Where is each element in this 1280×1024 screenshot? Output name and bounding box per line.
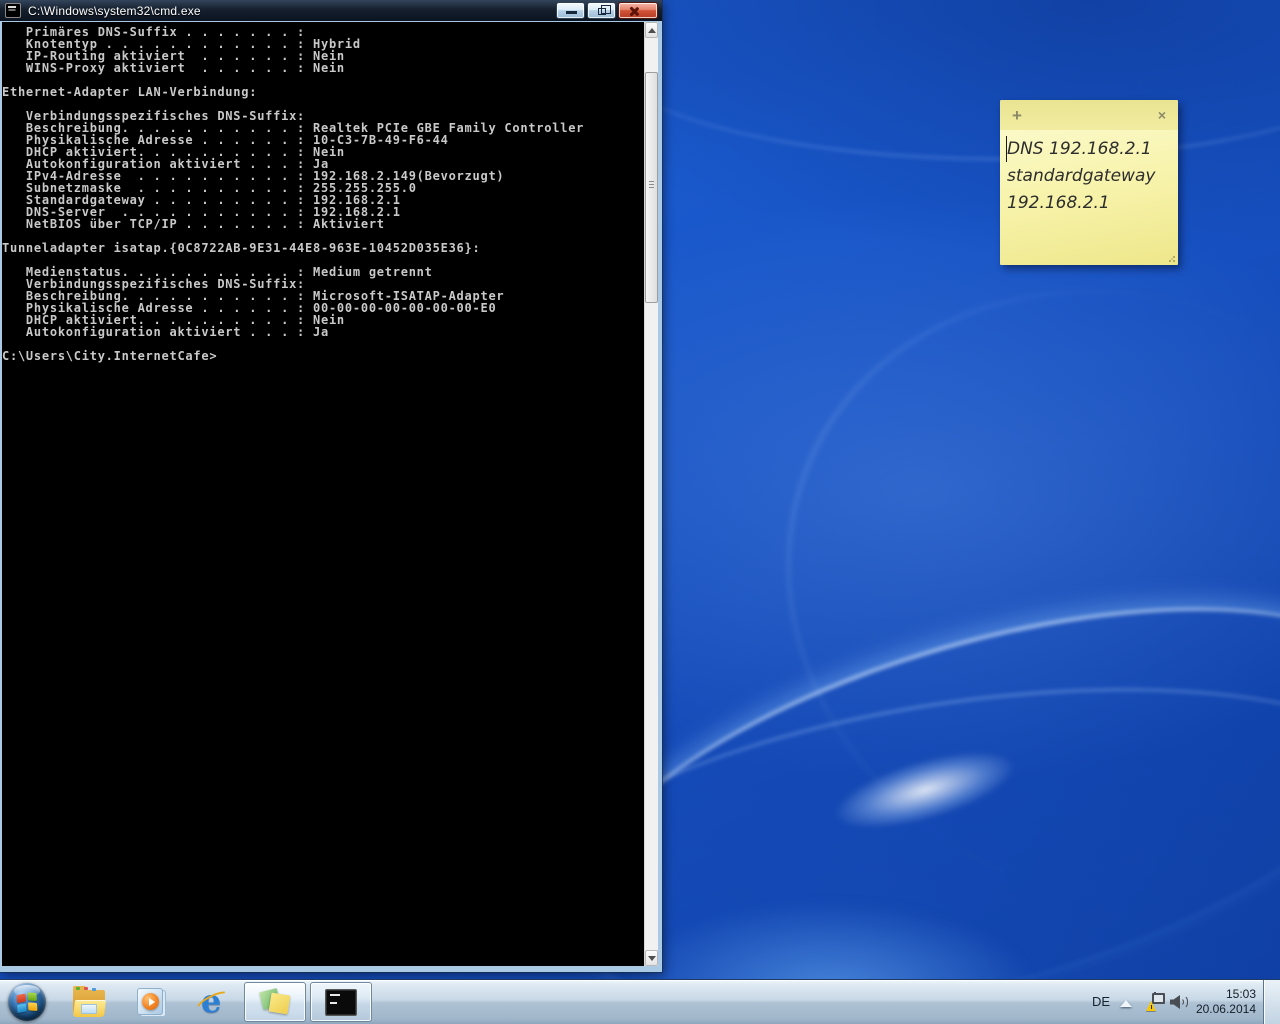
cmd-window: C:\Windows\system32\cmd.exe Primäres DNS…: [0, 0, 662, 972]
start-button[interactable]: [8, 983, 46, 1021]
network-status-icon[interactable]: [1146, 992, 1166, 1012]
console-area[interactable]: Primäres DNS-Suffix . . . . . . . : Knot…: [2, 22, 658, 966]
delete-note-icon[interactable]: ×: [1158, 108, 1166, 122]
command-prompt-icon: [325, 988, 357, 1016]
play-icon: [149, 998, 155, 1006]
sticky-note-header[interactable]: + ×: [1000, 100, 1178, 130]
clock-time: 15:03: [1225, 987, 1256, 1001]
taskbar: e DE 15:03 20.06.2014: [0, 979, 1280, 1024]
windows-logo-icon: [16, 992, 38, 1014]
window-title: C:\Windows\system32\cmd.exe: [28, 3, 201, 18]
taskbar-item-windows-explorer[interactable]: [72, 986, 107, 1018]
sticky-note-body[interactable]: DNS 192.168.2.1 standardgateway 192.168.…: [1000, 130, 1178, 265]
sticky-note[interactable]: + × DNS 192.168.2.1 standardgateway 192.…: [1000, 100, 1178, 265]
scroll-down-button[interactable]: [645, 950, 658, 966]
scrollbar-thumb[interactable]: [645, 72, 658, 303]
new-note-icon[interactable]: +: [1012, 107, 1022, 124]
note-text-line: standardgateway: [1007, 166, 1156, 186]
clock[interactable]: 15:03 20.06.2014: [1192, 987, 1256, 1017]
console-scrollbar[interactable]: [644, 22, 658, 966]
arrow-up-icon: [647, 27, 656, 33]
folder-icon: [81, 1004, 97, 1014]
wallpaper-streak: [600, 0, 1280, 160]
show-desktop-button[interactable]: [1263, 980, 1280, 1024]
cmd-icon: [5, 3, 21, 18]
speaker-icon: [1182, 995, 1188, 1009]
scroll-up-button[interactable]: [645, 22, 658, 38]
taskbar-item-internet-explorer[interactable]: e: [192, 982, 234, 1020]
close-button[interactable]: [618, 2, 658, 19]
note-text-line: 192.168.2.1: [1007, 193, 1110, 213]
sticky-notes-icon: [258, 987, 292, 1017]
wallpaper-flare: [825, 734, 1025, 846]
language-indicator[interactable]: DE: [1088, 994, 1114, 1009]
cmd-titlebar[interactable]: C:\Windows\system32\cmd.exe: [0, 0, 662, 21]
taskbar-item-sticky-notes[interactable]: [244, 982, 306, 1022]
volume-icon[interactable]: [1170, 993, 1190, 1011]
console-output: Primäres DNS-Suffix . . . . . . . : Knot…: [2, 25, 585, 363]
resize-grip[interactable]: [1166, 253, 1175, 262]
minimize-icon: [566, 11, 577, 14]
show-hidden-icons-button[interactable]: [1120, 1000, 1132, 1007]
clock-date: 20.06.2014: [1195, 1002, 1256, 1016]
restore-icon: [598, 5, 611, 15]
thumb-grip-icon: [649, 181, 654, 189]
restore-button[interactable]: [587, 2, 616, 19]
note-text-line: DNS 192.168.2.1: [1007, 139, 1152, 159]
taskbar-item-command-prompt[interactable]: [310, 982, 372, 1022]
warning-icon: [1150, 1005, 1153, 1009]
arrow-down-icon: [647, 955, 656, 961]
wallpaper-streak: [688, 183, 1280, 1017]
minimize-button[interactable]: [556, 2, 585, 19]
text-cursor: [1006, 136, 1007, 162]
taskbar-item-media-player[interactable]: [134, 986, 168, 1018]
speaker-icon: [1170, 995, 1180, 1009]
